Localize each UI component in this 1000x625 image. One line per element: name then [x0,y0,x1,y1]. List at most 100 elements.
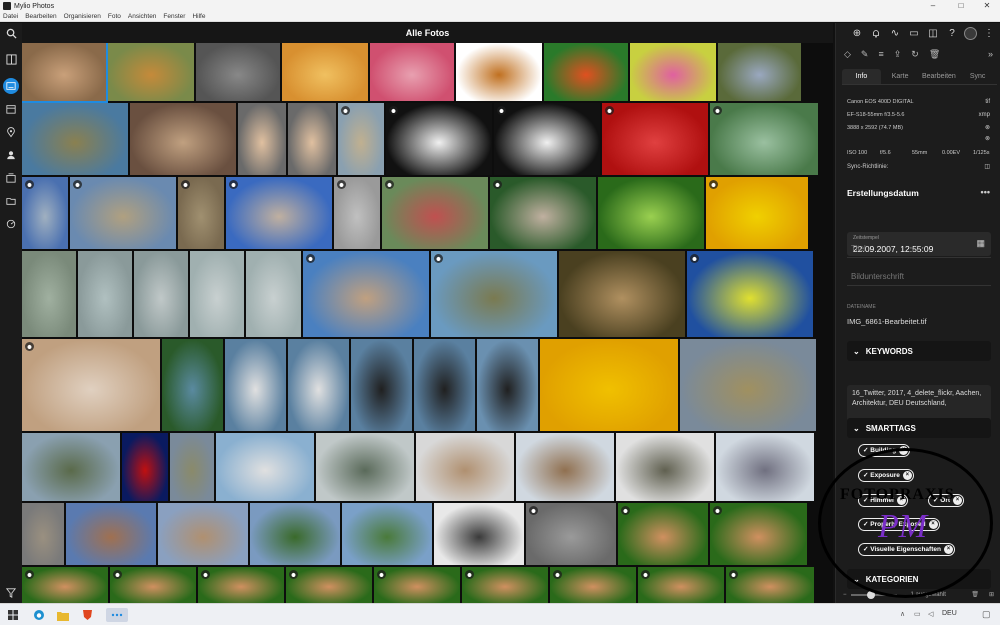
photo-thumbnail[interactable] [630,43,716,101]
zoom-out-icon[interactable]: − [843,592,847,598]
zoom-slider-handle[interactable] [866,590,875,599]
tray-chevron-icon[interactable]: ∧ [900,610,905,618]
photo-thumbnail[interactable]: ⬤ [710,103,818,175]
photo-thumbnail[interactable] [434,503,524,565]
photo-thumbnail[interactable]: ⬤ [710,503,807,565]
edge-browser-icon[interactable] [32,608,46,622]
photo-thumbnail[interactable] [598,177,704,249]
photo-thumbnail[interactable] [22,503,64,565]
file-explorer-icon[interactable] [56,608,70,622]
photo-thumbnail[interactable] [134,251,188,337]
mylio-app-icon[interactable] [106,608,128,622]
photo-thumbnail[interactable] [316,433,414,501]
menu-datei[interactable]: Datei [3,13,18,20]
language-indicator[interactable]: DEU [942,610,957,617]
photo-thumbnail[interactable]: ⬤ [726,567,814,603]
photo-thumbnail[interactable] [282,43,368,101]
photo-thumbnail[interactable]: ⬤ [226,177,332,249]
photo-thumbnail[interactable] [516,433,614,501]
avatar[interactable] [964,26,977,40]
photo-thumbnail[interactable] [718,43,801,101]
photo-thumbnail[interactable]: ⬤ [386,103,492,175]
minimize-button[interactable]: – [922,0,944,12]
photo-thumbnail[interactable]: ⬤ [602,103,708,175]
share-icon[interactable]: ⇪ [894,49,902,60]
photo-thumbnail[interactable]: ⬤ [22,339,160,431]
remove-tag-icon[interactable]: × [902,471,912,480]
photo-thumbnail[interactable] [108,43,194,101]
photo-thumbnail[interactable] [544,43,628,101]
photo-thumbnail[interactable]: ⬤ [431,251,557,337]
photo-thumbnail[interactable] [170,433,214,501]
activity-icon[interactable]: ∿ [888,26,902,40]
photo-thumbnail[interactable] [616,433,714,501]
search-icon[interactable] [3,25,19,41]
photo-thumbnail[interactable] [225,339,286,431]
photo-thumbnail[interactable] [130,103,236,175]
menu-fenster[interactable]: Fenster [163,13,185,20]
photo-thumbnail[interactable]: ⬤ [494,103,600,175]
photo-thumbnail[interactable]: ⬤ [22,177,68,249]
devices-sync-icon[interactable]: ▭ [907,26,921,40]
smarttag-chip[interactable]: ✓ Building × [858,444,911,457]
zoom-slider[interactable] [850,590,897,599]
tab-sync[interactable]: Sync [958,69,997,84]
photo-thumbnail[interactable]: ⬤ [178,177,224,249]
photo-thumbnail[interactable]: ⬤ [374,567,460,603]
photo-thumbnail[interactable] [456,43,542,101]
photo-thumbnail[interactable] [559,251,685,337]
tab-info[interactable]: Info [842,69,881,84]
photo-thumbnail[interactable]: ⬤ [706,177,808,249]
photo-thumbnail[interactable]: ⬤ [70,177,176,249]
photo-thumbnail[interactable] [162,339,223,431]
photo-thumbnail[interactable]: ⬤ [110,567,196,603]
remove-tag-icon[interactable]: × [943,545,953,554]
more-icon[interactable]: ⋮ [982,26,996,40]
calendar-icon[interactable] [3,101,19,117]
photo-thumbnail[interactable] [158,503,248,565]
photo-thumbnail[interactable] [288,339,349,431]
devices-icon[interactable] [3,216,19,232]
remove-tag-icon[interactable]: × [928,520,938,529]
remove-tag-icon[interactable]: × [899,446,909,455]
smarttags-header[interactable]: ⌄ SMARTTAGS [847,418,991,438]
tab-karte[interactable]: Karte [881,69,920,84]
people-icon[interactable] [3,147,19,163]
add-icon[interactable]: ⊕ [850,26,864,40]
photo-thumbnail[interactable]: ⬤ [338,103,384,175]
photo-thumbnail[interactable] [288,103,336,175]
tab-bearbeiten[interactable]: Bearbeiten [920,69,959,84]
delete-icon[interactable]: 🗑 [929,49,940,60]
menu-organisieren[interactable]: Organisieren [64,13,101,20]
notifications-icon[interactable]: ▢ [982,609,991,620]
photo-thumbnail[interactable]: ⬤ [618,503,708,565]
photo-thumbnail[interactable] [540,339,678,431]
menu-foto[interactable]: Foto [108,13,121,20]
keywords-header[interactable]: ⌄ KEYWORDS [847,341,991,361]
info-icon[interactable]: ⊗ [985,124,990,131]
photo-thumbnail[interactable]: ⬤ [687,251,813,337]
maximize-button[interactable]: □ [950,0,972,12]
photo-thumbnail[interactable] [22,433,120,501]
folders-icon[interactable] [3,193,19,209]
photo-thumbnail[interactable] [351,339,412,431]
map-pin-icon[interactable] [3,124,19,140]
photo-thumbnail[interactable] [680,339,816,431]
photo-thumbnail[interactable] [246,251,301,337]
photo-thumbnail[interactable]: ⬤ [22,567,108,603]
photo-thumbnail[interactable] [342,503,432,565]
caption-field[interactable]: Bildunterschrift [847,266,991,286]
menu-ansichten[interactable]: Ansichten [128,13,157,20]
storage-icon[interactable]: ◫ [926,26,940,40]
photos-icon[interactable] [3,78,19,94]
book-icon[interactable] [3,51,19,67]
photo-thumbnail[interactable]: ⬤ [286,567,372,603]
more-options-icon[interactable]: ••• [981,187,990,197]
photo-thumbnail[interactable] [66,503,156,565]
close-button[interactable]: ✕ [976,0,998,12]
photo-thumbnail[interactable]: ⬤ [462,567,548,603]
photo-thumbnail[interactable]: ⬤ [490,177,596,249]
photo-thumbnail[interactable]: ⬤ [382,177,488,249]
photo-thumbnail[interactable] [122,433,168,501]
help-icon[interactable]: ? [945,26,959,40]
